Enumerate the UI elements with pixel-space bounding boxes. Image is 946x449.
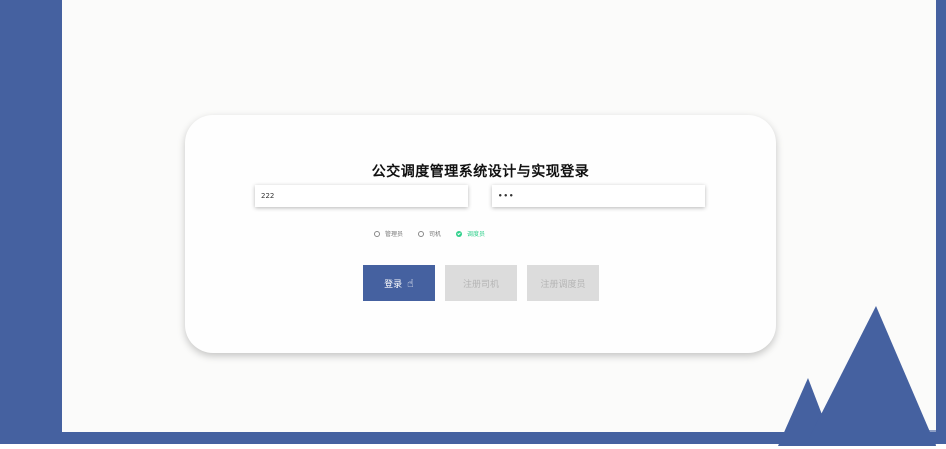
radio-icon[interactable]	[374, 230, 380, 237]
password-input[interactable]	[492, 185, 705, 207]
role-option-driver[interactable]: 司机	[418, 229, 441, 238]
bottom-frame-bar	[0, 432, 946, 444]
role-label: 调度员	[467, 231, 486, 238]
page-title: 公交调度管理系统设计与实现登录	[371, 164, 590, 180]
login-card: 公交调度管理系统设计与实现登录 管理员 司机 调度员 登录 ☝ 注册司机 注册调…	[185, 115, 776, 353]
register-driver-button[interactable]: 注册司机	[445, 265, 517, 301]
role-radio-group: 管理员 司机 调度员	[374, 229, 500, 238]
hand-pointer-icon: ☝	[407, 276, 414, 290]
role-option-admin[interactable]: 管理员	[374, 229, 403, 238]
left-frame-bar	[0, 0, 62, 436]
login-button[interactable]: 登录 ☝	[363, 265, 435, 301]
right-frame-bar	[936, 0, 946, 436]
register-dispatcher-button[interactable]: 注册调度员	[527, 265, 599, 301]
username-input[interactable]	[255, 185, 468, 207]
role-label: 管理员	[385, 231, 404, 238]
role-label: 司机	[429, 231, 442, 238]
radio-icon[interactable]	[418, 230, 425, 237]
role-option-dispatcher[interactable]: 调度员	[456, 229, 485, 238]
login-button-label: 登录	[384, 279, 403, 290]
radio-checked-icon[interactable]	[456, 230, 463, 237]
